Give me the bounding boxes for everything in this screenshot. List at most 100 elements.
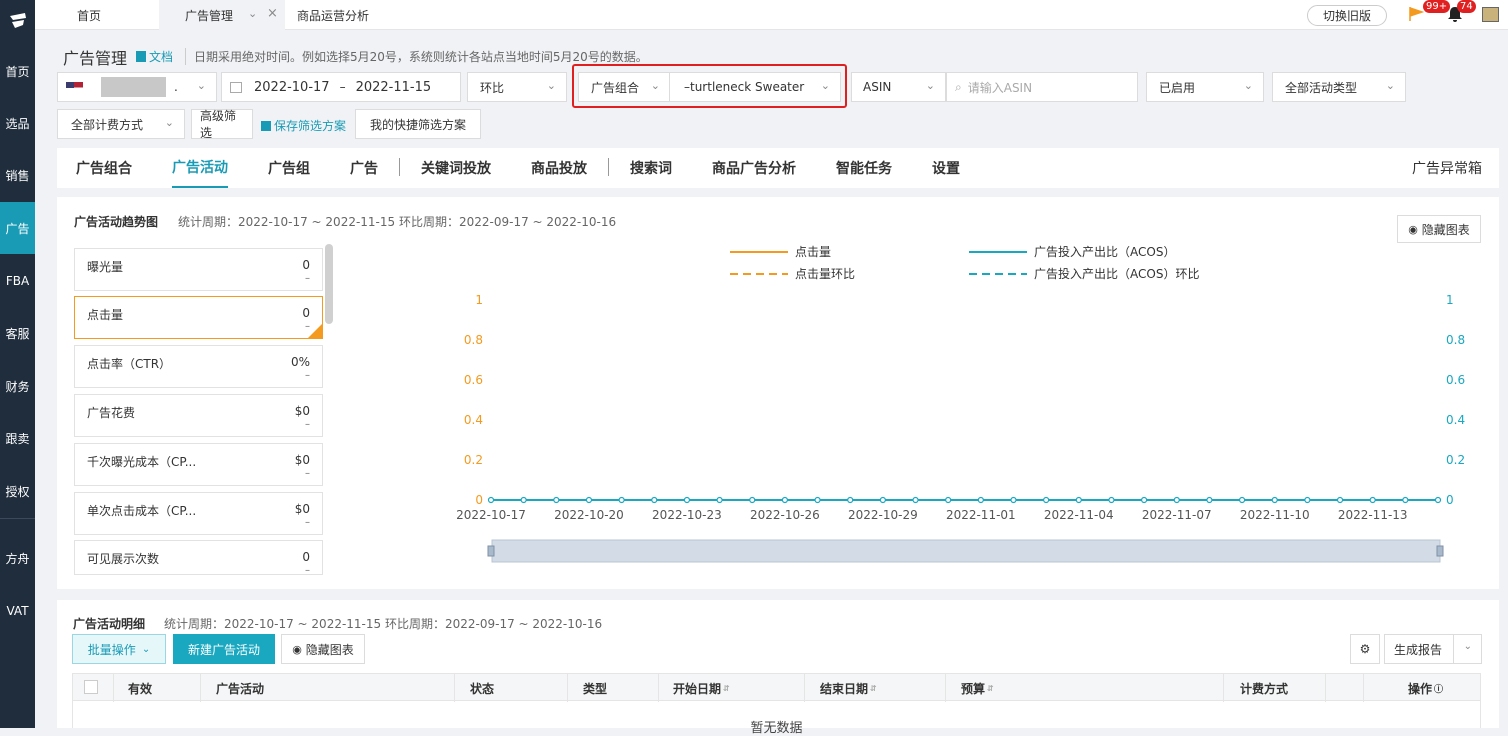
gear-icon[interactable]: ⚙ [1350, 634, 1380, 664]
metric-card[interactable]: 点击率（CTR） 0% – [74, 345, 323, 388]
column-header-start-date[interactable]: 开始日期 ⇵ [673, 674, 730, 702]
asin-placeholder: 请输入ASIN [967, 80, 1033, 95]
nav-item-follow[interactable]: 跟卖 [0, 412, 35, 464]
tab-ad-group[interactable]: 广告组 [268, 148, 310, 188]
metric-card[interactable]: 可见展示次数 0 – [74, 540, 323, 576]
avatar[interactable] [1482, 7, 1499, 22]
tab-ad[interactable]: 广告 [350, 148, 378, 188]
metric-value: $0 [294, 404, 310, 418]
metric-label: 广告花费 [87, 406, 136, 420]
trend-title: 广告活动趋势图 [74, 215, 159, 229]
campaign-type-select[interactable]: 全部活动类型 ⌄ [1272, 72, 1406, 102]
column-divider [113, 674, 114, 702]
hide-chart-button[interactable]: ◉ 隐藏图表 [281, 634, 365, 664]
nav-item-selection[interactable]: 选品 [0, 97, 35, 149]
switch-old-version-button[interactable]: 切换旧版 [1307, 5, 1387, 26]
generate-report-button[interactable]: 生成报告 ⌄ [1384, 634, 1482, 664]
column-header-budget[interactable]: 预算 ⇵ [961, 674, 994, 702]
column-header-valid[interactable]: 有效 [128, 674, 152, 702]
metric-list-scrollbar[interactable] [325, 244, 333, 324]
metric-card[interactable]: 单次点击成本（CP... $0 – [74, 492, 323, 535]
asin-search-input[interactable]: ⌕ 请输入ASIN [946, 72, 1138, 102]
data-point [977, 496, 984, 504]
column-header-billing[interactable]: 计费方式 [1240, 674, 1288, 702]
metric-card[interactable]: 广告花费 $0 – [74, 394, 323, 437]
advanced-filter-button[interactable]: 高级筛选 [191, 109, 253, 140]
nav-item-fba[interactable]: FBA [0, 255, 35, 307]
tab-keyword-targeting[interactable]: 关键词投放 [421, 148, 491, 188]
tab-product-analysis[interactable]: 商品运营分析 [297, 0, 397, 30]
tab-smart-tasks[interactable]: 智能任务 [836, 148, 892, 188]
column-header-type[interactable]: 类型 [583, 674, 607, 702]
metric-card[interactable]: 曝光量 0 – [74, 248, 323, 291]
batch-label: 批量操作 [87, 642, 136, 657]
save-filter-link[interactable]: 保存筛选方案 [261, 117, 346, 134]
chevron-down-icon[interactable]: ⌄ [248, 7, 257, 20]
data-point [1238, 496, 1246, 504]
doc-link-label: 文档 [149, 50, 174, 64]
new-campaign-button[interactable]: 新建广告活动 [173, 634, 275, 664]
date-hint: 日期采用绝对时间。例如选择5月20号，系统则统计各站点当地时间5月20号的数据。 [185, 48, 648, 65]
status-select[interactable]: 已启用 ⌄ [1146, 72, 1264, 102]
close-icon[interactable]: × [267, 6, 278, 21]
y-tick-left: 0.4 [464, 413, 483, 427]
nav-item-service[interactable]: 客服 [0, 307, 35, 359]
y-tick-right: 0.2 [1446, 453, 1465, 467]
data-point [1434, 496, 1442, 504]
column-header-campaign[interactable]: 广告活动 [216, 674, 264, 702]
nav-item-vat[interactable]: VAT [0, 585, 35, 637]
tab-search-terms[interactable]: 搜索词 [630, 148, 672, 188]
column-header-status[interactable]: 状态 [470, 674, 494, 702]
date-range-picker[interactable]: 2022-10-17 – 2022-11-15 [221, 72, 461, 102]
batch-operation-button[interactable]: 批量操作 ⌄ [72, 634, 166, 664]
highlight-box [572, 64, 847, 108]
tab-portfolio[interactable]: 广告组合 [76, 148, 132, 188]
y-tick-right: 1 [1446, 293, 1454, 307]
nav-item-ads[interactable]: 广告 [0, 202, 35, 254]
y-tick-left: 0.6 [464, 373, 483, 387]
metric-card[interactable]: 千次曝光成本（CP... $0 – [74, 443, 323, 486]
x-tick-label: 2022-11-10 [1240, 508, 1310, 522]
compare-select[interactable]: 环比 ⌄ [467, 72, 567, 102]
chevron-down-icon: ⌄ [925, 79, 935, 92]
doc-link[interactable]: 文档 [136, 48, 173, 65]
anomaly-box-link[interactable]: 广告异常箱 [1412, 158, 1482, 178]
status-value: 已启用 [1159, 80, 1196, 95]
asin-type-select[interactable]: ASIN ⌄ [851, 72, 946, 102]
tab-settings[interactable]: 设置 [932, 148, 960, 188]
tab-product-targeting[interactable]: 商品投放 [531, 148, 587, 188]
data-point [1402, 496, 1409, 504]
column-divider [1325, 674, 1326, 702]
doc-icon [136, 51, 146, 62]
nav-item-ark[interactable]: 方舟 [0, 532, 35, 584]
nav-item-home[interactable]: 首页 [0, 45, 35, 97]
column-header-end-date[interactable]: 结束日期 ⇵ [820, 674, 877, 702]
billing-select[interactable]: 全部计费方式 ⌄ [57, 109, 185, 139]
tab-product-ad-analysis[interactable]: 商品广告分析 [712, 148, 796, 188]
metric-card-selected[interactable]: 点击量 0 – [74, 296, 323, 339]
chevron-down-icon: ⌄ [196, 79, 206, 92]
tab-divider [399, 158, 400, 176]
nav-item-sales[interactable]: 销售 [0, 149, 35, 201]
data-point [1043, 496, 1050, 504]
compare-value: 环比 [480, 80, 505, 95]
zoom-handle-left [487, 545, 495, 557]
flag-icon[interactable] [1408, 6, 1425, 26]
metric-delta: – [305, 419, 310, 430]
store-select[interactable]: . ⌄ [57, 72, 217, 102]
bell-badge: 74 [1457, 0, 1476, 13]
select-all-checkbox[interactable] [84, 680, 98, 694]
nav-item-finance[interactable]: 财务 [0, 360, 35, 412]
sidebar: 首页 选品 销售 广告 FBA 客服 财务 跟卖 授权 方舟 VAT [0, 0, 35, 728]
top-tab-bar: 首页 广告管理 ⌄ × 商品运营分析 [35, 0, 1508, 30]
column-divider [567, 674, 568, 702]
sort-icon: ⇵ [723, 683, 730, 693]
legend-label: 广告投入产出比（ACOS）环比 [1034, 266, 1199, 281]
tab-campaign[interactable]: 广告活动 [172, 148, 228, 188]
tab-home[interactable]: 首页 [35, 0, 159, 30]
column-header-actions[interactable]: 操作 ⓘ [1408, 674, 1443, 702]
my-filters-button[interactable]: 我的快捷筛选方案 [355, 109, 481, 139]
logo-icon[interactable] [0, 0, 35, 42]
x-tick-label: 2022-11-13 [1338, 508, 1408, 522]
nav-item-auth[interactable]: 授权 [0, 465, 35, 517]
